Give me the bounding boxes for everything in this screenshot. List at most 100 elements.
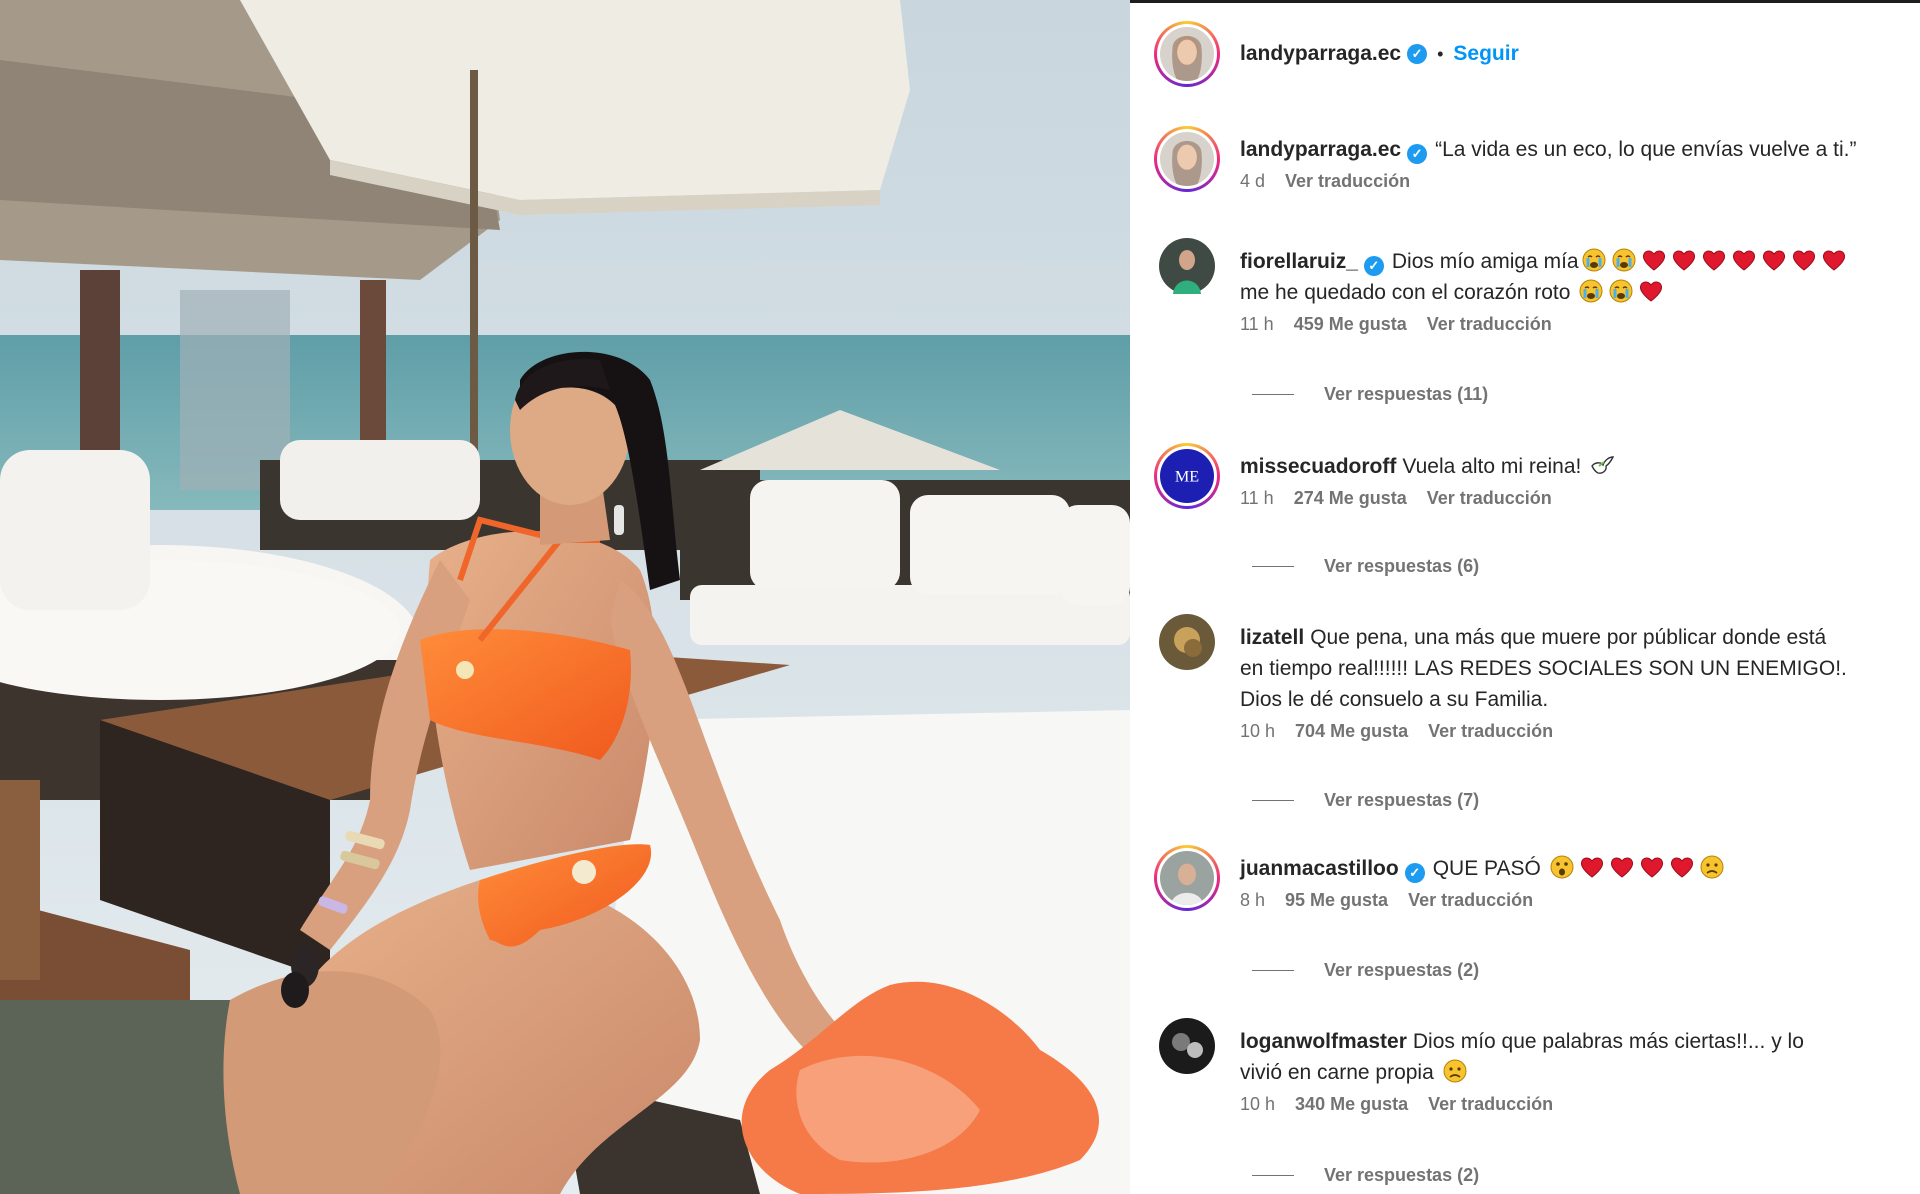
- emoji-row: [1440, 1059, 1470, 1084]
- caption-meta: 4 d Ver traducción: [1240, 171, 1920, 192]
- comment-body: loganwolfmaster Dios mío que palabras más…: [1240, 1018, 1920, 1115]
- comment-username[interactable]: loganwolfmaster: [1240, 1030, 1407, 1053]
- view-replies-label: Ver respuestas (2): [1324, 960, 1480, 980]
- sad-face-icon: [1443, 1059, 1467, 1083]
- commenter-avatar-image: [1159, 1018, 1215, 1074]
- comment-text: juanmacastilloo ✓ QUE PASÓ: [1240, 853, 1920, 884]
- red-heart-icon: [1642, 250, 1665, 271]
- replies-line: [1252, 1175, 1294, 1176]
- comment-translate-button[interactable]: Ver traducción: [1427, 314, 1552, 335]
- caption-time: 4 d: [1240, 171, 1266, 191]
- post-photo[interactable]: [0, 0, 1130, 1194]
- top-divider: [1130, 0, 1920, 3]
- comment-meta: 8 h 95 Me gusta Ver traducción: [1240, 890, 1920, 911]
- caption-entry: landyparraga.ec ✓ “La vida es un eco, lo q…: [1154, 126, 1920, 192]
- comment-item: lizatell Que pena, una más que muere por …: [1154, 614, 1920, 742]
- red-heart-icon: [1792, 250, 1815, 271]
- comment-item: loganwolfmaster Dios mío que palabras más…: [1154, 1018, 1920, 1115]
- caption-username[interactable]: landyparraga.ec: [1240, 138, 1401, 161]
- comment-text: loganwolfmaster Dios mío que palabras más…: [1240, 1026, 1920, 1088]
- view-replies-button[interactable]: Ver respuestas (11): [1252, 384, 1488, 405]
- red-heart-icon: [1670, 857, 1693, 878]
- replies-line: [1252, 970, 1294, 971]
- comment-line-2: me he quedado con el corazón roto: [1240, 281, 1571, 304]
- replies-line: [1252, 394, 1294, 395]
- commenter-avatar[interactable]: [1159, 238, 1215, 294]
- red-heart-icon: [1672, 250, 1695, 271]
- crying-face-icon: [1612, 248, 1636, 272]
- comment-text: lizatell Que pena, una más que muere por …: [1240, 622, 1920, 715]
- caption-text: landyparraga.ec ✓ “La vida es un eco, lo q…: [1240, 134, 1920, 165]
- comment-line-3: Dios le dé consuelo a su Familia.: [1240, 688, 1549, 711]
- comment-username[interactable]: fiorellaruiz_: [1240, 250, 1358, 273]
- author-avatar[interactable]: [1154, 21, 1220, 87]
- comment-username[interactable]: juanmacastilloo: [1240, 857, 1399, 880]
- comment-translate-button[interactable]: Ver traducción: [1428, 721, 1553, 742]
- comment-likes[interactable]: 704 Me gusta: [1295, 721, 1408, 742]
- comment-line-1: Que pena, una más que muere por públicar…: [1310, 626, 1827, 649]
- comment-likes[interactable]: 459 Me gusta: [1294, 314, 1407, 335]
- red-heart-icon: [1610, 857, 1633, 878]
- comment-likes[interactable]: 340 Me gusta: [1295, 1094, 1408, 1115]
- comment-meta: 11 h 459 Me gusta Ver traducción: [1240, 314, 1920, 335]
- verified-badge-icon: ✓: [1407, 44, 1428, 64]
- author-avatar-image: [1160, 27, 1214, 81]
- commenter-avatar[interactable]: ME: [1154, 443, 1220, 509]
- comment-line-2: en tiempo real!!!!!! LAS REDES SOCIALES …: [1240, 657, 1847, 680]
- comment-item: ME missecuadoroff Vuela alto mi reina! 11…: [1154, 443, 1920, 509]
- comment-likes[interactable]: 95 Me gusta: [1285, 890, 1388, 911]
- comment-translate-button[interactable]: Ver traducción: [1428, 1094, 1553, 1115]
- comment-line-1: Vuela alto mi reina!: [1402, 455, 1582, 478]
- comment-username[interactable]: lizatell: [1240, 626, 1304, 649]
- view-replies-button[interactable]: Ver respuestas (7): [1252, 790, 1479, 811]
- view-replies-button[interactable]: Ver respuestas (6): [1252, 556, 1479, 577]
- red-heart-icon: [1702, 250, 1725, 271]
- emoji-row: [1547, 855, 1727, 880]
- comment-body: lizatell Que pena, una más que muere por …: [1240, 614, 1920, 742]
- verified-badge-icon: ✓: [1404, 863, 1425, 883]
- commenter-avatar-image: [1160, 851, 1214, 905]
- comment-body: juanmacastilloo ✓ QUE PASÓ 8 h 95 Me gusta…: [1240, 845, 1920, 911]
- comment-translate-button[interactable]: Ver traducción: [1408, 890, 1533, 911]
- verified-badge-icon: ✓: [1407, 144, 1428, 164]
- comment-translate-button[interactable]: Ver traducción: [1427, 488, 1552, 509]
- comment-body: fiorellaruiz_ ✓ Dios mío amiga mía me he q…: [1240, 238, 1920, 335]
- separator-dot: •: [1437, 43, 1444, 64]
- comment-text: fiorellaruiz_ ✓ Dios mío amiga mía me he q…: [1240, 246, 1920, 308]
- comment-item: fiorellaruiz_ ✓ Dios mío amiga mía me he q…: [1154, 238, 1920, 335]
- commenter-avatar[interactable]: [1159, 614, 1215, 670]
- avatar-monogram: ME: [1175, 467, 1199, 485]
- author-username[interactable]: landyparraga.ec: [1240, 42, 1401, 66]
- emoji-row: [1587, 455, 1617, 478]
- comment-likes[interactable]: 274 Me gusta: [1294, 488, 1407, 509]
- red-heart-icon: [1762, 250, 1785, 271]
- sad-face-icon: [1700, 855, 1724, 879]
- verified-badge-icon: ✓: [1363, 256, 1384, 276]
- crying-face-icon: [1582, 248, 1606, 272]
- view-replies-label: Ver respuestas (6): [1324, 556, 1480, 576]
- post-sidebar: landyparraga.ec ✓ • Seguir landyparraga.…: [1130, 0, 1920, 1194]
- comment-meta: 10 h 340 Me gusta Ver traducción: [1240, 1094, 1920, 1115]
- view-replies-button[interactable]: Ver respuestas (2): [1252, 1165, 1479, 1186]
- commenter-avatar-image: [1159, 238, 1215, 294]
- follow-button[interactable]: Seguir: [1453, 42, 1518, 66]
- comment-time: 10 h: [1240, 721, 1276, 741]
- caption-translate-button[interactable]: Ver traducción: [1285, 171, 1410, 192]
- replies-line: [1252, 566, 1294, 567]
- comment-username[interactable]: missecuadoroff: [1240, 455, 1396, 478]
- dove-icon: [1591, 456, 1615, 474]
- caption-avatar[interactable]: [1154, 126, 1220, 192]
- comment-item: juanmacastilloo ✓ QUE PASÓ 8 h 95 Me gusta…: [1154, 845, 1920, 911]
- commenter-avatar[interactable]: [1159, 1018, 1215, 1074]
- caption-body: landyparraga.ec ✓ “La vida es un eco, lo q…: [1240, 126, 1920, 192]
- comment-line-2: vivió en carne propia: [1240, 1061, 1434, 1084]
- post-header: landyparraga.ec ✓ • Seguir: [1154, 20, 1519, 88]
- view-replies-button[interactable]: Ver respuestas (2): [1252, 960, 1479, 981]
- caption-content: “La vida es un eco, lo que envías vuelve…: [1435, 138, 1857, 161]
- comment-line-1: Dios mío que palabras más ciertas!!... y…: [1412, 1030, 1804, 1053]
- commenter-avatar[interactable]: [1154, 845, 1220, 911]
- comment-meta: 11 h 274 Me gusta Ver traducción: [1240, 488, 1920, 509]
- commenter-avatar-image: ME: [1160, 449, 1214, 503]
- red-heart-icon: [1822, 250, 1845, 271]
- comment-meta: 10 h 704 Me gusta Ver traducción: [1240, 721, 1920, 742]
